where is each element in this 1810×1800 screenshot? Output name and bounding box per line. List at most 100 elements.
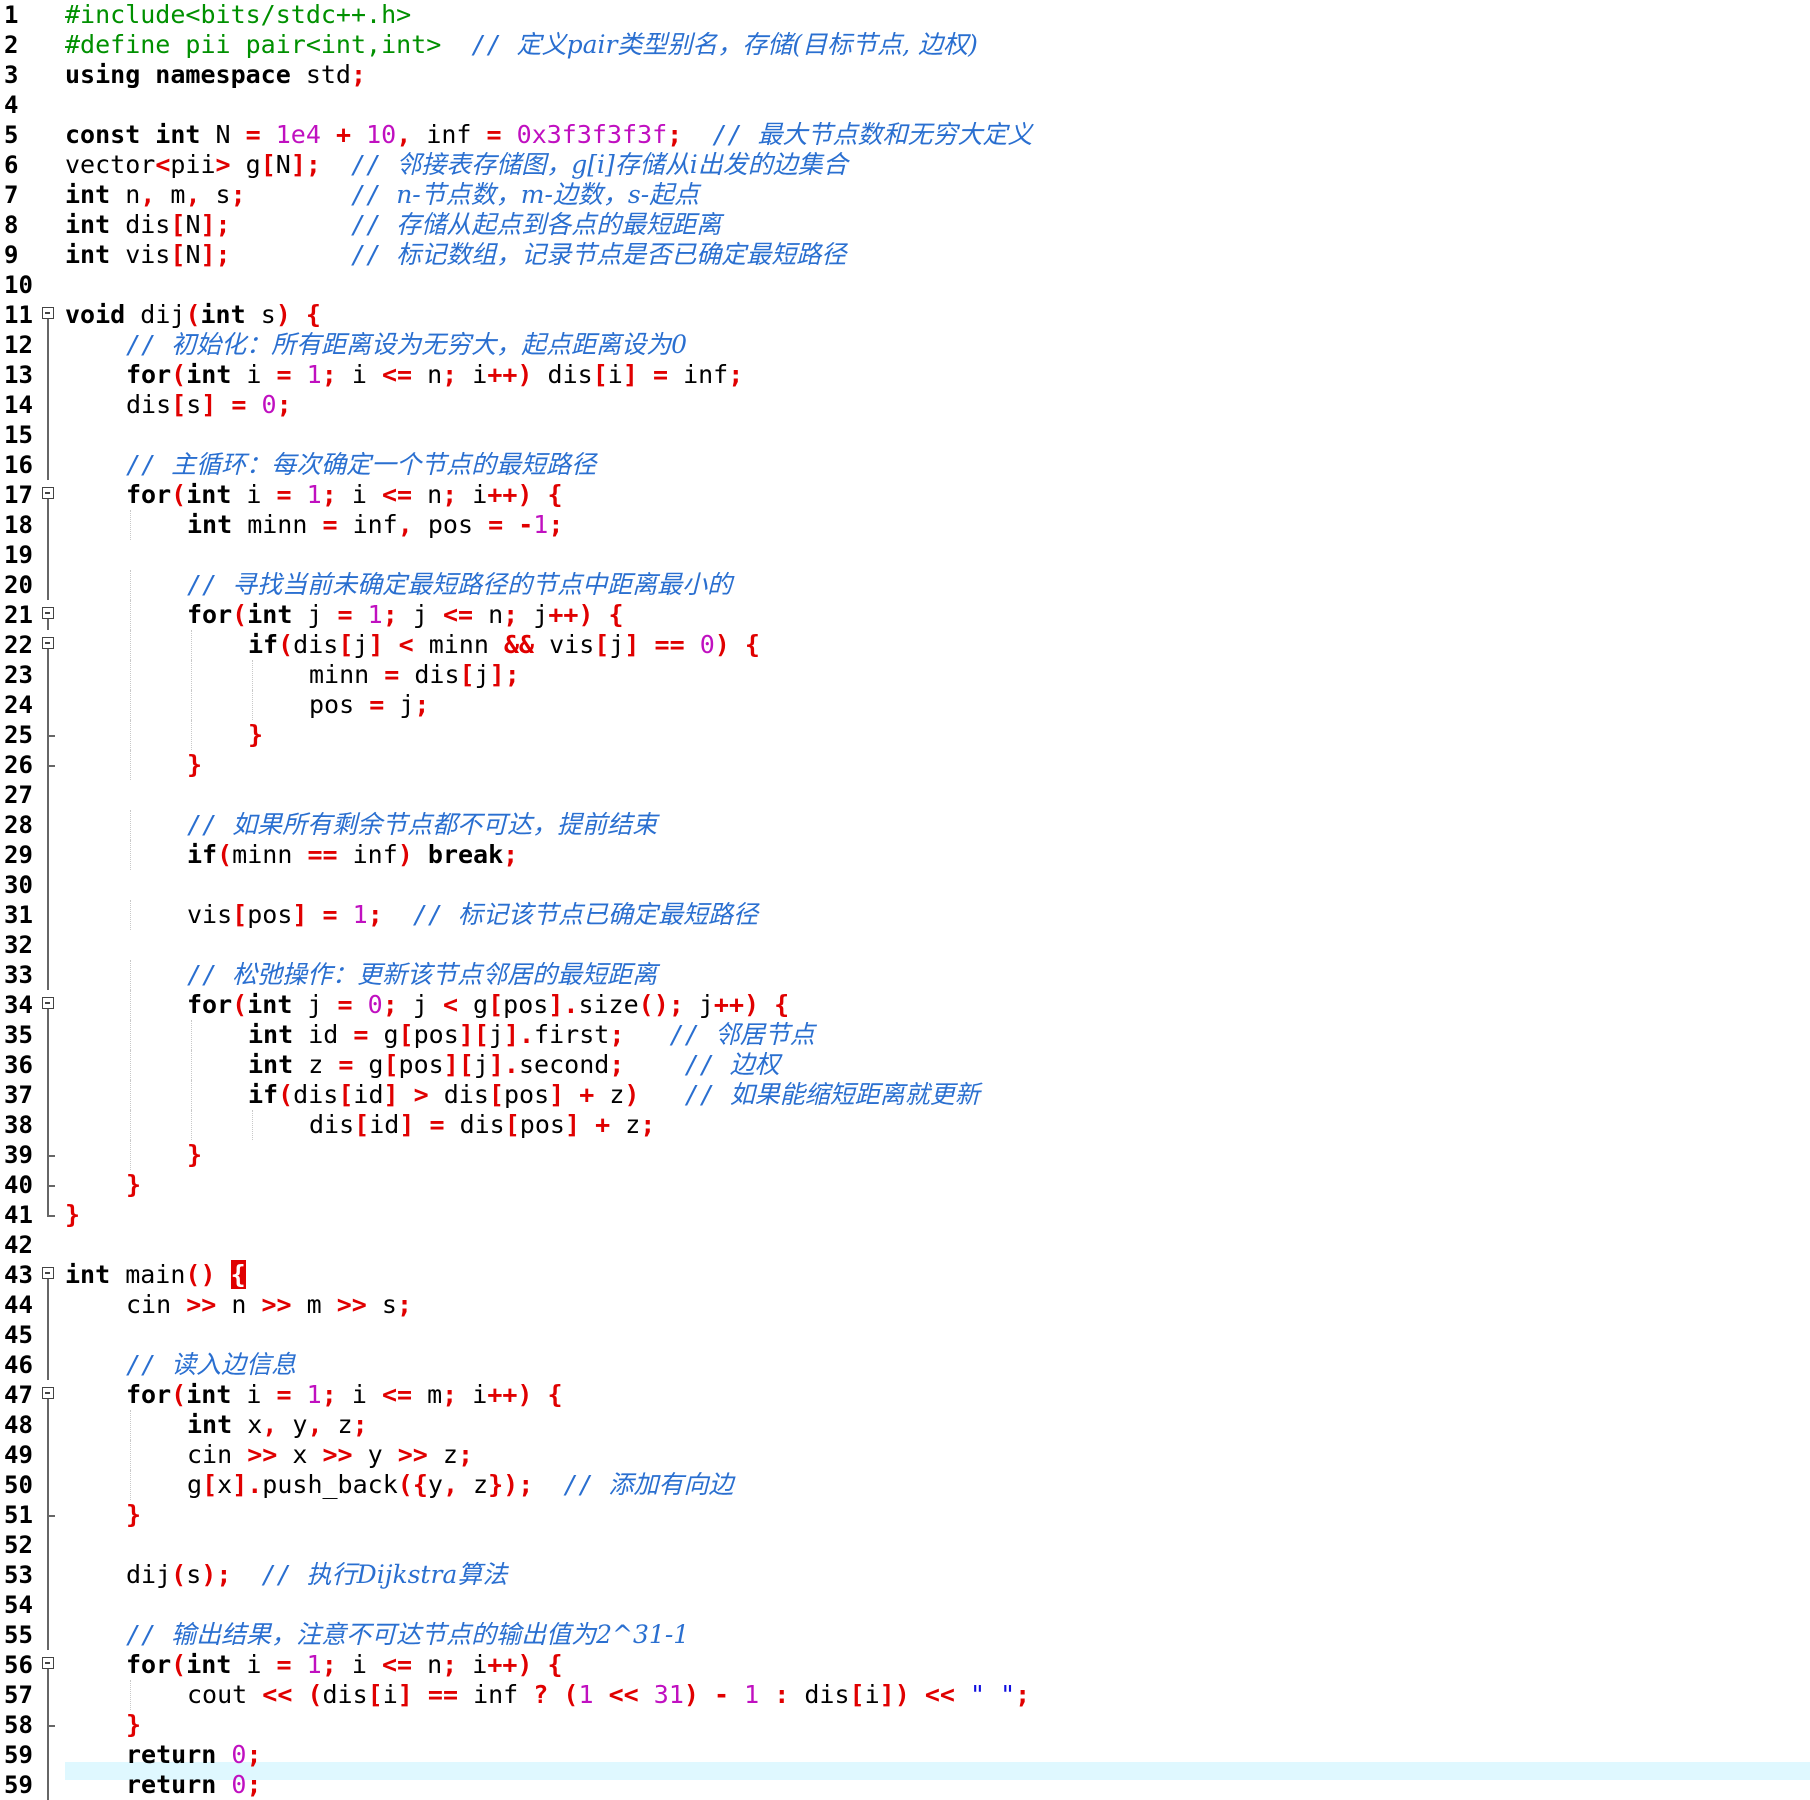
code-line[interactable]: 27 xyxy=(0,780,1810,810)
code-line[interactable]: 38 dis[id] = dis[pos] + z; xyxy=(0,1110,1810,1140)
code-line[interactable]: 34 for(int j = 0; j < g[pos].size(); j++)… xyxy=(0,990,1810,1020)
code-line[interactable]: 15 xyxy=(0,420,1810,450)
code-line[interactable]: 41} xyxy=(0,1200,1810,1230)
code-line[interactable]: 17 for(int i = 1; i <= n; i++) { xyxy=(0,480,1810,510)
code-line[interactable]: 37 if(dis[id] > dis[pos] + z) // 如果能缩短距离就… xyxy=(0,1080,1810,1110)
code-text[interactable]: int main() { xyxy=(65,1260,246,1290)
code-line[interactable]: 20 // 寻找当前未确定最短路径的节点中距离最小的 xyxy=(0,570,1810,600)
code-text[interactable]: int vis[N]; // 标记数组，记录节点是否已确定最短路径 xyxy=(65,240,846,270)
code-line[interactable]: 59 return 0; xyxy=(0,1740,1810,1770)
code-line[interactable]: 29 if(minn == inf) break; xyxy=(0,840,1810,870)
code-line[interactable]: 7 int n, m, s; // n-节点数，m-边数，s-起点 xyxy=(0,180,1810,210)
code-text[interactable]: int z = g[pos][j].second; // 边权 xyxy=(248,1050,780,1080)
code-editor[interactable]: 1 #include<bits/stdc++.h> 2 #define pii pai… xyxy=(0,0,1810,1800)
code-line[interactable]: 45 xyxy=(0,1320,1810,1350)
code-text[interactable]: for(int j = 1; j <= n; j++) { xyxy=(187,600,624,630)
fold-toggle-icon[interactable] xyxy=(42,1260,56,1290)
code-line[interactable]: 3 using namespace std; xyxy=(0,60,1810,90)
code-line[interactable]: 5 const int N = 1e4 + 10, inf = 0x3f3f3f3… xyxy=(0,120,1810,150)
code-line[interactable]: 39} xyxy=(0,1140,1810,1170)
code-line[interactable]: 50 g[x].push_back({y, z}); // 添加有向边 xyxy=(0,1470,1810,1500)
code-text[interactable]: using namespace std; xyxy=(65,60,366,90)
code-text[interactable]: #include<bits/stdc++.h> xyxy=(65,0,411,30)
fold-toggle-icon[interactable] xyxy=(42,600,56,630)
code-line[interactable]: 6 vector<pii> g[N]; // 邻接表存储图，g[i]存储从i出发的… xyxy=(0,150,1810,180)
code-text[interactable]: // 松弛操作：更新该节点邻居的最短距离 xyxy=(187,960,657,990)
code-text[interactable]: } xyxy=(248,720,263,750)
code-text[interactable]: return 0; xyxy=(126,1770,262,1800)
code-line[interactable]: 35 int id = g[pos][j].first; // 邻居节点 xyxy=(0,1020,1810,1050)
code-line[interactable]: 48 int x, y, z; xyxy=(0,1410,1810,1440)
code-text[interactable]: } xyxy=(187,1140,202,1170)
code-text[interactable]: // 如果所有剩余节点都不可达，提前结束 xyxy=(187,810,657,840)
code-line[interactable]: 8 int dis[N]; // 存储从起点到各点的最短距离 xyxy=(0,210,1810,240)
code-line[interactable]: 52 xyxy=(0,1530,1810,1560)
code-line[interactable]: 47 for(int i = 1; i <= m; i++) { xyxy=(0,1380,1810,1410)
code-line[interactable]: 18 int minn = inf, pos = -1; xyxy=(0,510,1810,540)
code-line[interactable]: 51} xyxy=(0,1500,1810,1530)
fold-toggle-icon[interactable] xyxy=(42,990,56,1020)
code-text[interactable]: if(minn == inf) break; xyxy=(187,840,518,870)
code-text[interactable]: // 主循环：每次确定一个节点的最短路径 xyxy=(126,450,596,480)
code-line[interactable]: 12 // 初始化：所有距离设为无穷大，起点距离设为0 xyxy=(0,330,1810,360)
code-line[interactable]: 9 int vis[N]; // 标记数组，记录节点是否已确定最短路径 xyxy=(0,240,1810,270)
fold-toggle-icon[interactable] xyxy=(42,630,56,660)
code-line[interactable]: 40} xyxy=(0,1170,1810,1200)
code-line[interactable]: 58} xyxy=(0,1710,1810,1740)
code-text[interactable]: } xyxy=(126,1710,141,1740)
code-text[interactable]: return 0; xyxy=(126,1740,262,1770)
code-text[interactable]: // 输出结果，注意不可达节点的输出值为2^31-1 xyxy=(126,1620,689,1650)
code-text[interactable]: const int N = 1e4 + 10, inf = 0x3f3f3f3f… xyxy=(65,120,1033,150)
code-text[interactable]: int dis[N]; // 存储从起点到各点的最短距离 xyxy=(65,210,721,240)
code-text[interactable]: pos = j; xyxy=(309,690,429,720)
code-text[interactable]: minn = dis[j]; xyxy=(309,660,520,690)
code-text[interactable]: cout << (dis[i] == inf ? (1 << 31) - 1 :… xyxy=(187,1680,1030,1710)
code-line[interactable]: 57 cout << (dis[i] == inf ? (1 << 31) - 1… xyxy=(0,1680,1810,1710)
code-line[interactable]: 56 for(int i = 1; i <= n; i++) { xyxy=(0,1650,1810,1680)
code-text[interactable]: } xyxy=(126,1170,141,1200)
code-line[interactable]: 1 #include<bits/stdc++.h> xyxy=(0,0,1810,30)
code-text[interactable]: int n, m, s; // n-节点数，m-边数，s-起点 xyxy=(65,180,699,210)
code-text[interactable]: vis[pos] = 1; // 标记该节点已确定最短路径 xyxy=(187,900,758,930)
code-line[interactable]: 32 xyxy=(0,930,1810,960)
code-text[interactable]: #define pii pair<int,int> // 定义pair类型别名，… xyxy=(65,30,978,60)
code-text[interactable]: // 初始化：所有距离设为无穷大，起点距离设为0 xyxy=(126,330,687,360)
code-line[interactable]: 43 int main() { xyxy=(0,1260,1810,1290)
code-line[interactable]: 30 xyxy=(0,870,1810,900)
code-line[interactable]: 2 #define pii pair<int,int> // 定义pair类型别名… xyxy=(0,30,1810,60)
code-line[interactable]: 11 void dij(int s) { xyxy=(0,300,1810,330)
code-line[interactable]: 46 // 读入边信息 xyxy=(0,1350,1810,1380)
code-text[interactable]: void dij(int s) { xyxy=(65,300,321,330)
code-line[interactable]: 19 xyxy=(0,540,1810,570)
code-text[interactable]: // 寻找当前未确定最短路径的节点中距离最小的 xyxy=(187,570,732,600)
fold-toggle-icon[interactable] xyxy=(42,1650,56,1680)
code-text[interactable]: int minn = inf, pos = -1; xyxy=(187,510,563,540)
code-text[interactable]: vector<pii> g[N]; // 邻接表存储图，g[i]存储从i出发的边… xyxy=(65,150,848,180)
code-text[interactable]: dij(s); // 执行Dijkstra算法 xyxy=(126,1560,507,1590)
fold-toggle-icon[interactable] xyxy=(42,1380,56,1410)
code-text[interactable]: for(int i = 1; i <= n; i++) dis[i] = inf… xyxy=(126,360,743,390)
code-line[interactable]: 59 return 0; xyxy=(0,1770,1810,1800)
code-line[interactable]: 42 xyxy=(0,1230,1810,1260)
code-text[interactable]: } xyxy=(65,1200,80,1230)
code-line[interactable]: 55 // 输出结果，注意不可达节点的输出值为2^31-1 xyxy=(0,1620,1810,1650)
code-line[interactable]: 26} xyxy=(0,750,1810,780)
code-line[interactable]: 31 vis[pos] = 1; // 标记该节点已确定最短路径 xyxy=(0,900,1810,930)
code-line[interactable]: 53 dij(s); // 执行Dijkstra算法 xyxy=(0,1560,1810,1590)
code-line[interactable]: 21 for(int j = 1; j <= n; j++) { xyxy=(0,600,1810,630)
code-line[interactable]: 23 minn = dis[j]; xyxy=(0,660,1810,690)
code-line[interactable]: 25} xyxy=(0,720,1810,750)
code-text[interactable]: for(int j = 0; j < g[pos].size(); j++) { xyxy=(187,990,789,1020)
code-line[interactable]: 13 for(int i = 1; i <= n; i++) dis[i] = i… xyxy=(0,360,1810,390)
fold-toggle-icon[interactable] xyxy=(42,300,56,330)
code-line[interactable]: 49 cin >> x >> y >> z; xyxy=(0,1440,1810,1470)
code-text[interactable]: cin >> x >> y >> z; xyxy=(187,1440,473,1470)
code-text[interactable]: dis[s] = 0; xyxy=(126,390,292,420)
code-text[interactable]: if(dis[j] < minn && vis[j] == 0) { xyxy=(248,630,760,660)
code-line[interactable]: 36 int z = g[pos][j].second; // 边权 xyxy=(0,1050,1810,1080)
code-line[interactable]: 33 // 松弛操作：更新该节点邻居的最短距离 xyxy=(0,960,1810,990)
code-text[interactable]: } xyxy=(126,1500,141,1530)
code-line[interactable]: 14 dis[s] = 0; xyxy=(0,390,1810,420)
code-line[interactable]: 28 // 如果所有剩余节点都不可达，提前结束 xyxy=(0,810,1810,840)
code-line[interactable]: 44 cin >> n >> m >> s; xyxy=(0,1290,1810,1320)
